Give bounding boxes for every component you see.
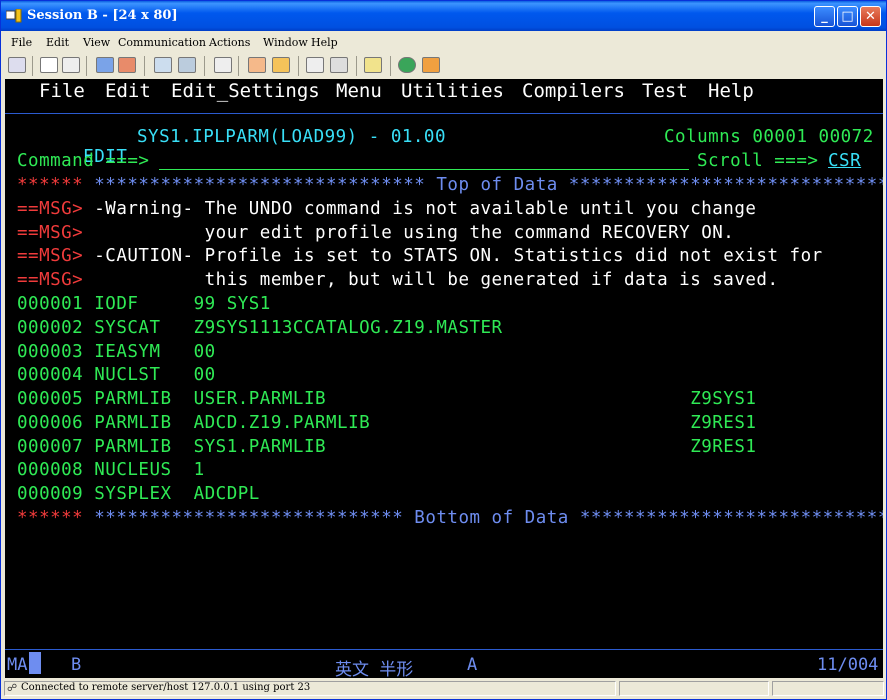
status-pane-3 — [772, 681, 884, 696]
record-macro-icon[interactable] — [248, 57, 266, 73]
connection-icon: ☍ — [7, 683, 18, 694]
menu-communication[interactable]: Communication — [118, 36, 206, 49]
ispf-menu-edit[interactable]: Edit — [105, 80, 151, 102]
message-line: ==MSG> -Warning- The UNDO command is not… — [17, 199, 757, 219]
window-title: Session B - [24 x 80] — [27, 8, 178, 23]
ispf-menu-compilers[interactable]: Compilers — [522, 80, 625, 102]
oia-mode: B — [71, 655, 82, 675]
macro-edit-icon[interactable] — [306, 57, 324, 73]
scroll-prompt: Scroll ===> — [697, 151, 819, 171]
minimize-button[interactable]: _ — [814, 6, 835, 27]
operator-information-area: MA B 英文 半形 A 11/004 — [5, 649, 883, 680]
menu-view[interactable]: View — [83, 36, 110, 49]
data-row[interactable]: 000003 IEASYM 00 — [17, 342, 216, 362]
ispf-menu-edit-settings[interactable]: Edit_Settings — [171, 80, 320, 102]
data-row[interactable]: 000001 IODF 99 SYS1 — [17, 294, 271, 314]
macro-list-icon[interactable] — [330, 57, 348, 73]
status-pane-2 — [619, 681, 769, 696]
oia-cursor-block — [29, 652, 41, 674]
emulator-window: Session B - [24 x 80] _ □ ✕ File Edit Vi… — [0, 0, 887, 700]
dataset-name: SYS1.IPLPARM(LOAD99) - 01.00 — [137, 127, 447, 147]
paste-icon[interactable] — [62, 57, 80, 73]
data-row[interactable]: 000009 SYSPLEX ADCDPL — [17, 484, 260, 504]
print-screen-icon[interactable] — [154, 57, 172, 73]
status-pane: ☍ Connected to remote server/host 127.0.… — [4, 681, 616, 696]
send-icon[interactable] — [96, 57, 114, 73]
ispf-menu-file[interactable]: File — [39, 80, 85, 102]
scroll-amount-input[interactable]: CSR — [828, 151, 861, 171]
ispf-menu-menu[interactable]: Menu — [336, 80, 382, 102]
session-icon — [6, 9, 22, 23]
data-row[interactable]: 000002 SYSCAT Z9SYS1113CCATALOG.Z19.MAST… — [17, 318, 503, 338]
maximize-button[interactable]: □ — [837, 6, 858, 27]
pencil-icon[interactable] — [422, 57, 440, 73]
print-icon[interactable] — [178, 57, 196, 73]
ispf-menu-utilities[interactable]: Utilities — [401, 80, 504, 102]
play-macro-icon[interactable] — [272, 57, 290, 73]
menu-actions[interactable]: Actions — [209, 36, 250, 49]
menu-window[interactable]: Window — [263, 36, 308, 49]
menu-bar: File Edit View Communication Actions Win… — [2, 32, 886, 52]
menu-file[interactable]: File — [11, 36, 32, 49]
globe-icon[interactable] — [398, 57, 416, 73]
oia-input-method: 英文 半形 — [335, 660, 414, 680]
data-row[interactable]: 000006 PARMLIB ADCD.Z19.PARMLIB Z9RES1 — [17, 413, 756, 433]
terminal-screen[interactable]: File Edit Edit_Settings Menu Utilities C… — [5, 79, 883, 649]
copy-icon[interactable] — [40, 57, 58, 73]
ispf-menu-help[interactable]: Help — [708, 80, 754, 102]
oia-indicator: MA — [7, 655, 28, 675]
menu-edit[interactable]: Edit — [46, 36, 69, 49]
bottom-of-data-line: ****** **************************** Bott… — [17, 508, 883, 528]
cursor-position: 11/004 — [817, 655, 879, 675]
data-row[interactable]: 000008 NUCLEUS 1 — [17, 460, 205, 480]
clipboard-icon[interactable] — [364, 57, 382, 73]
connection-status: Connected to remote server/host 127.0.0.… — [21, 682, 311, 693]
command-input[interactable] — [159, 169, 689, 170]
status-bar: ☍ Connected to remote server/host 127.0.… — [2, 679, 886, 699]
receive-icon[interactable] — [118, 57, 136, 73]
top-of-data-line: ****** ****************************** To… — [17, 175, 883, 195]
title-bar[interactable]: Session B - [24 x 80] _ □ ✕ — [1, 1, 886, 31]
oia-char-mode: A — [467, 655, 478, 675]
close-button[interactable]: ✕ — [860, 6, 881, 27]
ispf-action-bar: File Edit Edit_Settings Menu Utilities C… — [5, 79, 883, 115]
menu-help[interactable]: Help — [311, 36, 338, 49]
message-line: ==MSG> this member, but will be generate… — [17, 270, 779, 290]
data-row[interactable]: 000005 PARMLIB USER.PARMLIB Z9SYS1 — [17, 389, 756, 409]
data-row[interactable]: 000007 PARMLIB SYS1.PARMLIB Z9RES1 — [17, 437, 756, 457]
toolbar — [2, 53, 886, 79]
columns-indicator: Columns 00001 00072 — [664, 127, 874, 147]
ispf-menu-test[interactable]: Test — [642, 80, 688, 102]
display-icon[interactable] — [8, 57, 26, 73]
message-line: ==MSG> your edit profile using the comma… — [17, 223, 735, 243]
message-line: ==MSG> -CAUTION- Profile is set to STATS… — [17, 246, 823, 266]
command-prompt: Command ===> — [17, 151, 150, 171]
data-row[interactable]: 000004 NUCLST 00 — [17, 365, 216, 385]
keyboard-icon[interactable] — [214, 57, 232, 73]
